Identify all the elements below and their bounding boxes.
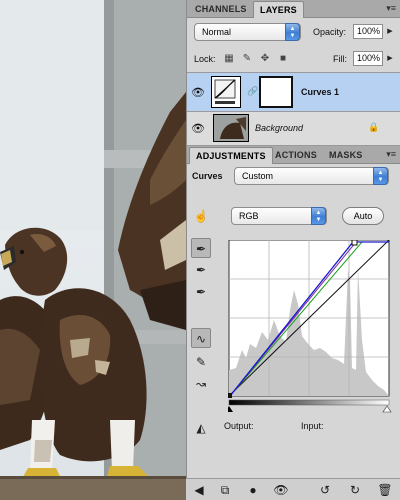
- lock-image-icon[interactable]: ✎: [241, 53, 253, 65]
- panel-menu-icon[interactable]: ▾≡: [386, 149, 396, 160]
- preset-select[interactable]: Custom ▲ ▼: [234, 167, 389, 185]
- curve-point-white[interactable]: [351, 239, 358, 246]
- curves-adjustment-thumbnail[interactable]: [211, 76, 241, 108]
- black-point-slider[interactable]: [225, 406, 233, 412]
- clip-to-layer-icon[interactable]: ●: [244, 481, 262, 499]
- expand-view-icon[interactable]: ⧉: [216, 481, 234, 499]
- fill-slider-arrow-icon[interactable]: ▶: [385, 51, 395, 66]
- input-label: Input:: [301, 421, 324, 431]
- fill-field[interactable]: 100%: [353, 51, 383, 66]
- input-gradient-bar: [228, 399, 390, 406]
- fill-label: Fill:: [333, 54, 347, 64]
- white-point-slider[interactable]: [382, 405, 392, 413]
- opacity-slider-arrow-icon[interactable]: ▶: [385, 24, 395, 39]
- channel-value: RGB: [239, 211, 259, 221]
- background-layer-thumbnail[interactable]: [213, 114, 249, 142]
- curve-tool-icon[interactable]: ∿: [191, 328, 211, 348]
- adjustments-tabbar: ADJUSTMENTS ACTIONS MASKS ▾≡: [187, 146, 400, 164]
- mask-link-icon[interactable]: 🔗: [247, 86, 258, 97]
- layers-tabbar: CHANNELS LAYERS ▾≡: [187, 0, 400, 18]
- curves-graph-svg: [225, 239, 392, 413]
- pencil-icon[interactable]: ✎: [191, 352, 211, 372]
- eyedropper-gray-icon[interactable]: ✒: [191, 260, 211, 280]
- back-arrow-icon[interactable]: ◀: [190, 481, 208, 499]
- output-label: Output:: [224, 421, 254, 431]
- layer-mask-thumbnail[interactable]: [259, 76, 293, 108]
- tab-channels[interactable]: CHANNELS: [189, 1, 253, 18]
- eyedropper-black-icon[interactable]: ✒: [191, 238, 211, 258]
- adjustments-bottom-toolbar: ◀ ⧉ ● 👁 ↺ ↻ 🗑: [186, 478, 400, 500]
- select-arrows-icon: ▲ ▼: [311, 207, 326, 225]
- reset-icon[interactable]: ↻: [346, 481, 364, 499]
- clipping-warning-icon[interactable]: ◭: [191, 418, 211, 438]
- view-previous-icon[interactable]: ↺: [316, 481, 334, 499]
- layer-lock-icon: 🔒: [368, 122, 380, 132]
- eyedropper-white-icon[interactable]: ✒: [191, 282, 211, 302]
- layer-name[interactable]: Background: [255, 123, 303, 133]
- lock-transparent-icon[interactable]: ▦: [223, 53, 235, 65]
- layer-name[interactable]: Curves 1: [301, 87, 339, 97]
- visibility-icon[interactable]: 👁: [272, 481, 290, 499]
- select-arrows-icon: ▲ ▼: [373, 167, 388, 185]
- lock-position-icon[interactable]: ✥: [259, 53, 271, 65]
- opacity-field[interactable]: 100%: [353, 24, 383, 39]
- smooth-icon[interactable]: ↝: [191, 374, 211, 394]
- eye-icon[interactable]: 👁: [190, 85, 206, 101]
- curve-point-black[interactable]: [227, 393, 232, 398]
- curves-graph[interactable]: [225, 239, 392, 416]
- opacity-label: Opacity:: [313, 27, 347, 37]
- eagle-photo: [0, 0, 186, 500]
- tab-layers[interactable]: LAYERS: [253, 1, 304, 18]
- trash-icon[interactable]: 🗑: [376, 481, 394, 499]
- select-arrows-icon: ▲ ▼: [285, 23, 300, 41]
- layer-row-background[interactable]: 👁 Background 🔒: [187, 112, 400, 146]
- layer-row-curves[interactable]: 👁 🔗 Curves 1: [187, 72, 400, 112]
- tab-adjustments[interactable]: ADJUSTMENTS: [189, 147, 273, 164]
- hand-adjust-icon[interactable]: ☝: [191, 206, 211, 226]
- tab-masks[interactable]: MASKS: [323, 147, 369, 164]
- adjustment-type-label: Curves: [192, 171, 223, 181]
- channel-select[interactable]: RGB ▲ ▼: [231, 207, 327, 225]
- tab-actions[interactable]: ACTIONS: [269, 147, 323, 164]
- auto-button[interactable]: Auto: [342, 207, 384, 225]
- preset-value: Custom: [242, 171, 274, 181]
- background-thumb-graphic: [214, 115, 248, 141]
- blend-mode-select[interactable]: Normal ▲ ▼: [194, 23, 301, 41]
- document-canvas[interactable]: [0, 0, 186, 500]
- lock-all-icon[interactable]: ■: [277, 53, 289, 65]
- eye-icon[interactable]: 👁: [190, 121, 206, 137]
- lock-label: Lock:: [194, 54, 216, 64]
- blend-mode-value: Normal: [202, 27, 232, 37]
- curves-thumb-graphic: [214, 79, 236, 104]
- panel-menu-icon[interactable]: ▾≡: [386, 3, 396, 14]
